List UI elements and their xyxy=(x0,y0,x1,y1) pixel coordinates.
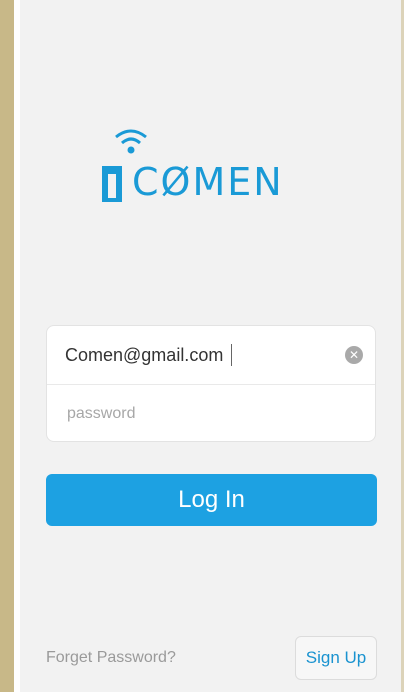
forget-password-link[interactable]: Forget Password? xyxy=(46,649,176,667)
email-input[interactable]: Comen@gmail.com xyxy=(65,345,223,366)
clear-input-icon[interactable]: ✕ xyxy=(345,346,363,364)
text-cursor xyxy=(231,344,233,366)
device-frame: CØMEN Comen@gmail.com ✕ Log In Forget Pa… xyxy=(0,0,404,692)
login-button[interactable]: Log In xyxy=(46,474,377,526)
brand-logo: CØMEN xyxy=(102,126,362,202)
password-field[interactable] xyxy=(47,384,375,442)
password-input[interactable] xyxy=(65,403,357,424)
brand-name: CØMEN xyxy=(132,160,284,204)
signup-button[interactable]: Sign Up xyxy=(295,636,377,680)
login-form: Comen@gmail.com ✕ xyxy=(46,325,376,442)
email-field[interactable]: Comen@gmail.com ✕ xyxy=(47,326,375,384)
left-bezel xyxy=(0,0,14,692)
logo-i-icon xyxy=(102,166,122,202)
wifi-signal-icon xyxy=(115,129,147,154)
login-screen: CØMEN Comen@gmail.com ✕ Log In Forget Pa… xyxy=(20,0,401,692)
